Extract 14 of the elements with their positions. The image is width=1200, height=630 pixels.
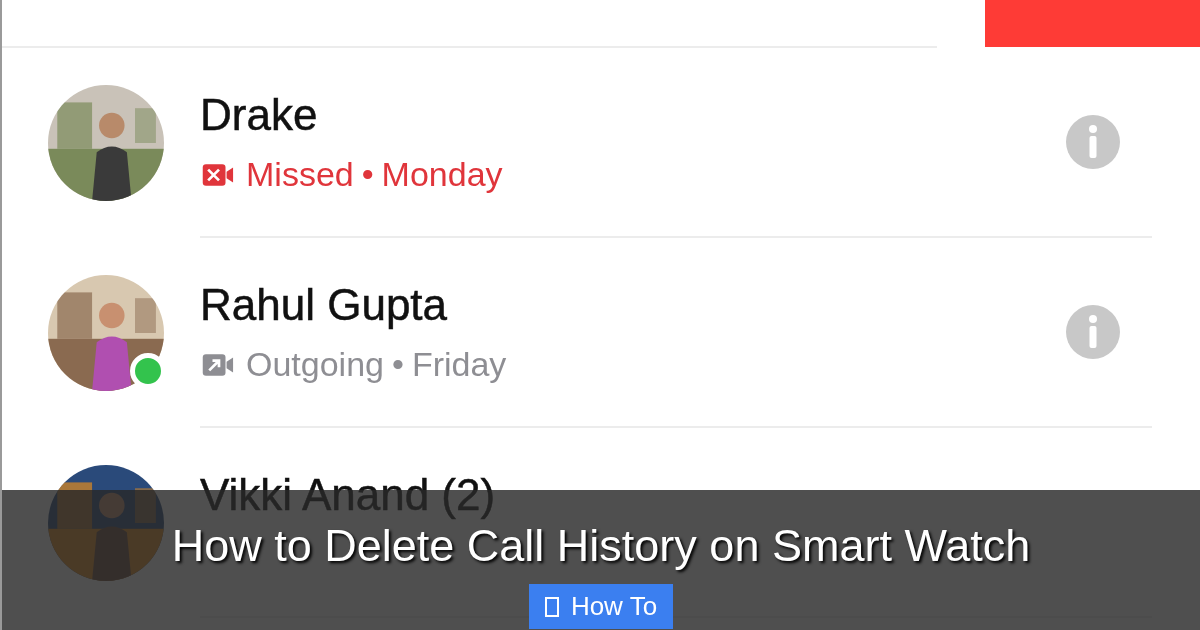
contact-name: Rahul Gupta: [200, 281, 448, 330]
delete-action[interactable]: [985, 0, 1200, 47]
call-day: Monday: [381, 154, 503, 193]
category-tag[interactable]: How To: [528, 583, 674, 629]
info-icon[interactable]: [1066, 115, 1120, 169]
missing-glyph-icon: [544, 596, 559, 617]
banner-title: How to Delete Call History on Smart Watch: [171, 519, 1031, 573]
info-icon[interactable]: [1066, 305, 1120, 359]
contact-name: Drake: [200, 91, 318, 140]
call-status: Missed: [246, 154, 354, 193]
call-status: Outgoing: [246, 344, 384, 383]
separator-dot: •: [361, 154, 374, 193]
separator-dot: •: [392, 344, 404, 383]
call-day: Friday: [411, 344, 507, 383]
